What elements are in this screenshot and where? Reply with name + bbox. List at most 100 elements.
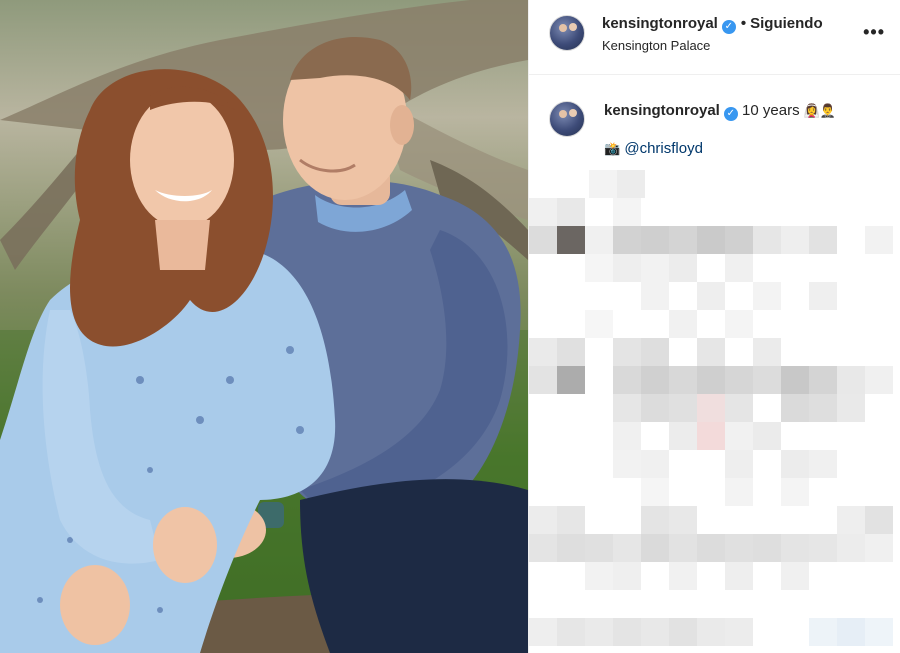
pixel-block <box>529 338 557 366</box>
post-photo[interactable] <box>0 0 528 653</box>
pixel-block <box>753 534 781 562</box>
pixel-block <box>809 394 837 422</box>
pixel-block <box>837 366 865 394</box>
pixel-block <box>725 422 753 450</box>
separator-dot: • <box>740 15 747 32</box>
pixel-block <box>669 366 697 394</box>
pixel-block <box>697 422 725 450</box>
pixel-block <box>557 506 585 534</box>
pixel-block <box>613 254 641 282</box>
camera-icon: 📸 <box>604 142 621 157</box>
pixel-block <box>753 282 781 310</box>
pixel-block <box>753 338 781 366</box>
pixel-block <box>725 478 753 506</box>
pixel-block <box>589 170 617 198</box>
pixel-block <box>529 618 557 646</box>
pixel-block <box>809 226 837 254</box>
pixel-block <box>865 226 893 254</box>
pixel-block <box>753 366 781 394</box>
pixel-block <box>781 366 809 394</box>
pixel-block <box>697 618 725 646</box>
pixel-block <box>837 394 865 422</box>
pixel-block <box>809 282 837 310</box>
pixel-block <box>557 198 585 226</box>
pixel-block <box>529 198 557 226</box>
pixel-block <box>837 506 865 534</box>
pixel-block <box>837 534 865 562</box>
pixel-block <box>669 254 697 282</box>
pixel-block <box>557 226 585 254</box>
pixel-block <box>669 310 697 338</box>
pixelated-comments-area <box>529 170 900 653</box>
pixel-block <box>613 198 641 226</box>
caption-text-row: kensingtonroyal ✓ 10 years 👰‍♀️🤵‍♂️ <box>604 102 836 121</box>
pixel-block <box>781 394 809 422</box>
pixel-block <box>725 366 753 394</box>
caption-username[interactable]: kensingtonroyal <box>604 102 720 119</box>
pixel-block <box>725 254 753 282</box>
pixel-block <box>809 450 837 478</box>
location-link[interactable]: Kensington Palace <box>602 38 710 53</box>
caption-emojis: 👰‍♀️🤵‍♂️ <box>803 104 837 119</box>
pixel-block <box>781 450 809 478</box>
pixel-block <box>585 226 613 254</box>
post-photo-illustration <box>0 0 528 653</box>
pixel-block <box>613 562 641 590</box>
pixel-block <box>865 506 893 534</box>
pixel-block <box>725 310 753 338</box>
pixel-block <box>837 618 865 646</box>
pixel-block <box>641 366 669 394</box>
caption-credit-row: 📸 @chrisfloyd <box>604 140 703 157</box>
pixel-block <box>613 450 641 478</box>
pixel-block <box>641 394 669 422</box>
pixel-block <box>585 562 613 590</box>
caption-verified-badge-icon: ✓ <box>723 107 738 121</box>
pixel-block <box>557 366 585 394</box>
pixel-block <box>529 226 557 254</box>
pixel-block <box>809 534 837 562</box>
pixel-block <box>669 562 697 590</box>
pixel-block <box>725 534 753 562</box>
pixel-block <box>697 394 725 422</box>
pixel-block <box>641 282 669 310</box>
pixel-block <box>865 534 893 562</box>
pixel-block <box>641 506 669 534</box>
pixel-block <box>669 506 697 534</box>
pixel-block <box>641 618 669 646</box>
pixel-block <box>613 534 641 562</box>
pixel-block <box>669 534 697 562</box>
post-header: kensingtonroyal ✓ • Siguiendo Kensington Pa… <box>529 0 900 75</box>
verified-badge-icon: ✓ <box>721 20 736 34</box>
pixel-block <box>529 534 557 562</box>
pixel-block <box>585 534 613 562</box>
pixel-block <box>613 618 641 646</box>
pixel-block <box>557 338 585 366</box>
pixel-block <box>697 282 725 310</box>
pixel-block <box>529 366 557 394</box>
pixel-block <box>725 618 753 646</box>
pixel-block <box>641 450 669 478</box>
pixel-block <box>669 226 697 254</box>
pixel-block <box>809 618 837 646</box>
pixel-block <box>613 422 641 450</box>
pixel-block <box>669 422 697 450</box>
pixel-block <box>585 254 613 282</box>
pixel-block <box>809 366 837 394</box>
pixel-block <box>613 366 641 394</box>
pixel-block <box>613 338 641 366</box>
pixel-block <box>529 506 557 534</box>
avatar-icon[interactable] <box>549 15 585 51</box>
caption-avatar-icon[interactable] <box>549 101 585 137</box>
pixel-block <box>781 562 809 590</box>
pixel-block <box>865 366 893 394</box>
post-side-panel: kensingtonroyal ✓ • Siguiendo Kensington Pa… <box>528 0 900 653</box>
following-button[interactable]: Siguiendo <box>750 15 823 32</box>
pixel-block <box>669 618 697 646</box>
mention-link[interactable]: @chrisfloyd <box>624 140 703 157</box>
pixel-block <box>781 534 809 562</box>
pixel-block <box>725 394 753 422</box>
pixel-block <box>697 366 725 394</box>
more-options-icon[interactable]: ••• <box>863 22 885 43</box>
pixel-block <box>641 478 669 506</box>
header-username[interactable]: kensingtonroyal <box>602 15 718 32</box>
